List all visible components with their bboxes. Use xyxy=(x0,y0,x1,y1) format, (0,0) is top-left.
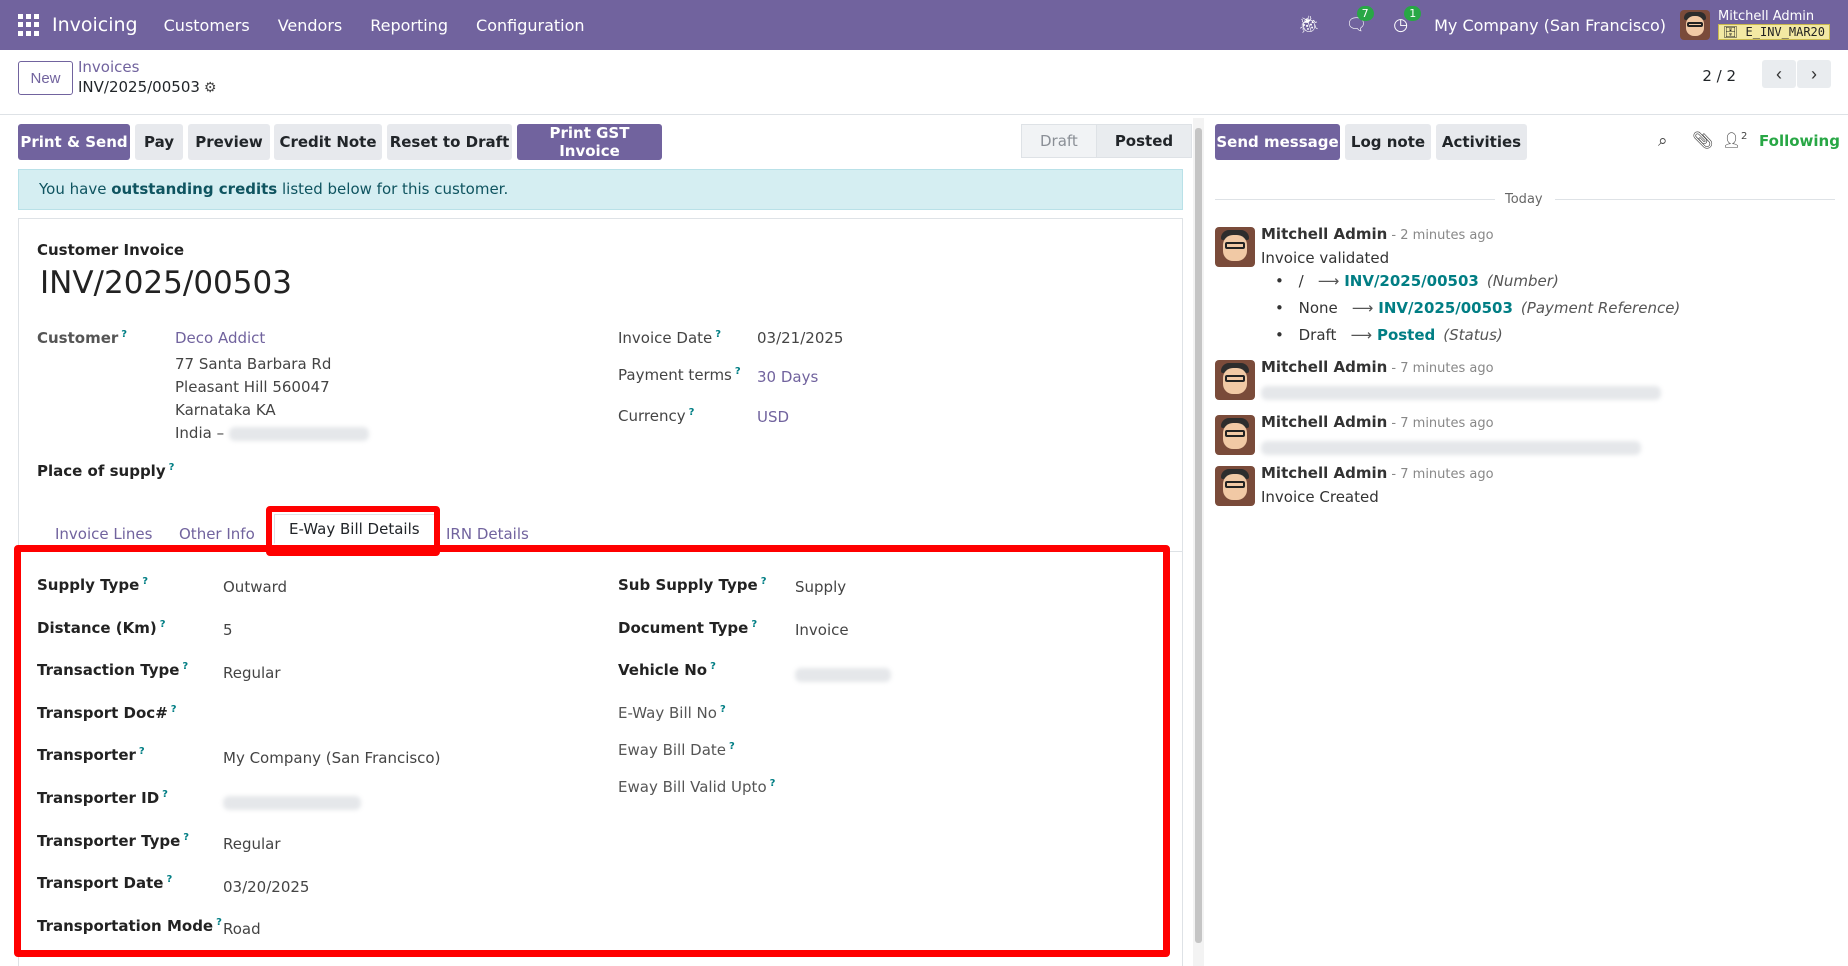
pager-next-button[interactable]: › xyxy=(1797,60,1831,88)
tracking-row: • Draft ⟶ Posted (Status) xyxy=(1275,326,1503,344)
log-note-button[interactable]: Log note xyxy=(1345,124,1431,160)
user-menu[interactable]: Mitchell Admin 🗄︎ E_INV_MAR20 xyxy=(1718,10,1830,40)
user-name: Mitchell Admin xyxy=(1718,9,1815,24)
message-author: Mitchell Admin - 7 minutes ago xyxy=(1261,464,1494,482)
message-author: Mitchell Admin - 7 minutes ago xyxy=(1261,358,1494,376)
breadcrumb-invoices-link[interactable]: Invoices xyxy=(78,58,139,76)
company-switcher[interactable]: My Company (San Francisco) xyxy=(1434,16,1666,35)
customer-field[interactable]: Deco Addict xyxy=(175,329,265,347)
following-toggle[interactable]: Following xyxy=(1759,132,1840,150)
messages-badge: 7 xyxy=(1356,6,1374,21)
search-icon[interactable]: ⌕ xyxy=(1658,131,1668,151)
status-bar: Draft Posted xyxy=(1021,124,1193,158)
preview-button[interactable]: Preview xyxy=(188,124,270,160)
invoice-date-label: Invoice Date? xyxy=(618,329,722,347)
payment-terms-field[interactable]: 30 Days xyxy=(757,368,818,386)
menu-reporting[interactable]: Reporting xyxy=(370,16,448,35)
app-brand[interactable]: Invoicing xyxy=(52,14,138,36)
menu-customers[interactable]: Customers xyxy=(164,16,250,35)
author-avatar[interactable] xyxy=(1215,466,1255,506)
tab-other-info[interactable]: Other Info xyxy=(179,525,255,543)
pager-previous-button[interactable]: ‹ xyxy=(1762,60,1796,88)
print-gst-invoice-button[interactable]: Print GST Invoice xyxy=(517,124,662,160)
message-body-blurred xyxy=(1261,383,1661,401)
form-scrollbar[interactable] xyxy=(1193,118,1204,966)
new-button[interactable]: New xyxy=(18,61,73,95)
message-body-blurred xyxy=(1261,438,1641,456)
author-avatar[interactable] xyxy=(1215,227,1255,267)
author-avatar[interactable] xyxy=(1215,415,1255,455)
outstanding-credits-alert: You have outstanding credits listed belo… xyxy=(18,169,1183,210)
messages-icon[interactable]: 🗨︎ 7 xyxy=(1346,6,1374,35)
address-line-1: 77 Santa Barbara Rd xyxy=(175,355,332,373)
tab-invoice-lines[interactable]: Invoice Lines xyxy=(55,525,152,543)
apps-menu-icon[interactable] xyxy=(18,14,40,36)
status-draft[interactable]: Draft xyxy=(1021,124,1097,158)
top-navbar: Invoicing Customers Vendors Reporting Co… xyxy=(0,0,1848,50)
control-panel: New Invoices INV/2025/00503 ⚙ 2 / 2 ‹ › xyxy=(0,50,1848,115)
pager-value[interactable]: 2 / 2 xyxy=(1702,67,1736,85)
user-avatar[interactable] xyxy=(1680,10,1711,40)
address-line-3: Karnataka KA xyxy=(175,401,276,419)
send-message-button[interactable]: Send message xyxy=(1215,124,1340,160)
menu-configuration[interactable]: Configuration xyxy=(476,16,585,35)
address-line-2: Pleasant Hill 560047 xyxy=(175,378,330,396)
message-body: Invoice Created xyxy=(1261,488,1379,506)
place-of-supply-label: Place of supply? xyxy=(37,462,175,480)
currency-label: Currency? xyxy=(618,407,695,425)
payment-terms-label: Payment terms? xyxy=(618,366,741,384)
highlight-fields-box xyxy=(14,545,1170,957)
tracking-row: • None ⟶ INV/2025/00503 (Payment Reference) xyxy=(1275,299,1681,317)
today-separator: Today xyxy=(1215,192,1835,208)
invoice-number: INV/2025/00503 xyxy=(40,265,292,301)
credit-note-button[interactable]: Credit Note xyxy=(274,124,382,160)
activities-badge: 1 xyxy=(1404,6,1422,21)
gear-icon[interactable]: ⚙ xyxy=(204,80,217,96)
debug-bug-icon[interactable]: 🐞︎ xyxy=(1298,15,1320,35)
activities-button[interactable]: Activities xyxy=(1436,124,1527,160)
breadcrumb-current: INV/2025/00503 ⚙ xyxy=(78,78,217,96)
invoice-type-label: Customer Invoice xyxy=(37,241,185,259)
author-avatar[interactable] xyxy=(1215,360,1255,400)
paperclip-icon[interactable]: 📎︎ xyxy=(1692,131,1714,151)
customer-label: Customer? xyxy=(37,329,128,347)
database-tag: 🗄︎ E_INV_MAR20 xyxy=(1718,24,1830,40)
tracking-row: • / ⟶ INV/2025/00503 (Number) xyxy=(1275,272,1559,290)
currency-field[interactable]: USD xyxy=(757,408,789,426)
followers-icon[interactable]: 👤︎2 xyxy=(1722,131,1747,149)
message-author: Mitchell Admin - 7 minutes ago xyxy=(1261,413,1494,431)
tab-irn-details[interactable]: IRN Details xyxy=(446,525,529,543)
status-posted[interactable]: Posted xyxy=(1096,124,1193,158)
message-author: Mitchell Admin - 2 minutes ago xyxy=(1261,225,1494,243)
invoice-date-field[interactable]: 03/21/2025 xyxy=(757,329,843,347)
reset-to-draft-button[interactable]: Reset to Draft xyxy=(387,124,512,160)
activities-clock-icon[interactable]: ◷ 1 xyxy=(1393,6,1422,35)
pay-button[interactable]: Pay xyxy=(135,124,183,160)
message-body: Invoice validated xyxy=(1261,249,1390,267)
address-line-4: India – xyxy=(175,424,369,442)
menu-vendors[interactable]: Vendors xyxy=(278,16,343,35)
print-send-button[interactable]: Print & Send xyxy=(18,124,130,160)
